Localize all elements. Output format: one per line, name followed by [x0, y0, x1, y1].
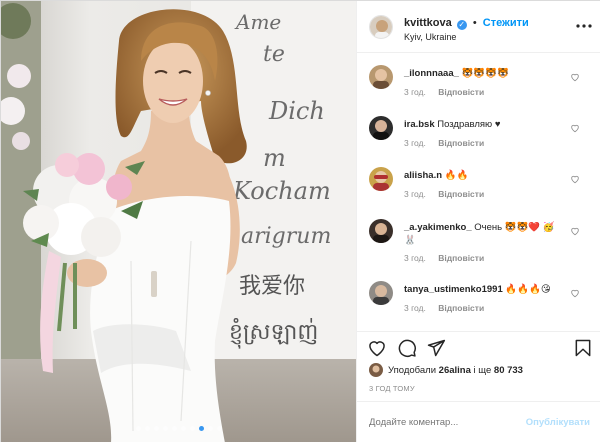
comment-list: _ilonnnaaa_ 🐯🐯🐯🐯 3 год. Відповісти ira.b…: [357, 53, 600, 325]
comment-like-heart-icon[interactable]: [570, 226, 580, 236]
likes-middle: і ще: [473, 364, 492, 376]
banner-word-5: Kocham: [232, 177, 331, 205]
heart-icon[interactable]: [367, 338, 387, 358]
comment-like-heart-icon[interactable]: [570, 174, 580, 184]
carousel-dot: [180, 426, 186, 431]
post-photo[interactable]: Ame te Dich m Kocham arigrum 我爱你 ខ្ញុំស្…: [1, 1, 356, 442]
comment-avatar[interactable]: [369, 219, 393, 243]
carousel-dot: [171, 426, 177, 431]
comment-body: _a.yakimenko_ Очень 🐯🐯❤️ 🥳🐰: [404, 221, 566, 247]
banner-chinese: 我爱你: [239, 274, 305, 299]
add-comment-bar: Опублікувати: [357, 401, 600, 442]
comment-time[interactable]: 3 год.: [404, 138, 426, 148]
comment-meta: 3 год. Відповісти: [404, 253, 484, 263]
comment-username[interactable]: _a.yakimenko_: [404, 222, 472, 233]
reply-button[interactable]: Відповісти: [438, 189, 484, 199]
comment-like-heart-icon[interactable]: [570, 123, 580, 133]
reply-button[interactable]: Відповісти: [438, 87, 484, 97]
comment-item: _a.yakimenko_ Очень 🐯🐯❤️ 🥳🐰 3 год. Відпо…: [357, 209, 600, 271]
carousel-dot: [189, 426, 195, 431]
likes-prefix: Уподобали: [388, 364, 437, 376]
post-location[interactable]: Kyiv, Ukraine: [404, 32, 456, 42]
author-username[interactable]: kvittkova: [404, 17, 452, 29]
likes-summary[interactable]: Уподобали 26alina і ще 80 733: [369, 363, 523, 377]
carousel-dot: [144, 426, 150, 431]
banner-word-1: Ame: [234, 10, 281, 34]
add-comment-input[interactable]: [369, 417, 519, 428]
carousel-dot: [198, 426, 204, 431]
carousel-indicator: [1, 426, 356, 431]
post-sidebar: kvittkova ✓ • Стежити Kyiv, Ukraine _ilo…: [356, 1, 600, 442]
separator-dot: •: [472, 17, 477, 29]
comment-username[interactable]: ira.bsk: [404, 119, 435, 130]
carousel-dot: [207, 426, 213, 431]
comment-username[interactable]: aliisha.n: [404, 170, 442, 181]
carousel-dot: [216, 426, 222, 431]
comment-item: ira.bsk Поздравляю ♥ 3 год. Відповісти: [357, 106, 600, 156]
comment-like-heart-icon[interactable]: [570, 72, 580, 82]
comment-time[interactable]: 3 год.: [404, 87, 426, 97]
action-bar: [357, 331, 600, 361]
comment-meta: 3 год. Відповісти: [404, 87, 484, 97]
author-line: kvittkova ✓ • Стежити: [404, 17, 529, 30]
comment-text: 🐯🐯🐯🐯: [461, 68, 509, 79]
comment-body: aliisha.n 🔥🔥: [404, 169, 566, 182]
post-header: kvittkova ✓ • Стежити Kyiv, Ukraine: [357, 1, 600, 53]
reply-button[interactable]: Відповісти: [438, 303, 484, 313]
comment-username[interactable]: _ilonnnaaa_: [404, 68, 459, 79]
comment-avatar[interactable]: [369, 281, 393, 305]
liker-username[interactable]: 26alina: [439, 365, 471, 376]
banner-word-4: m: [263, 144, 286, 172]
comment-text: 🔥🔥: [444, 170, 469, 181]
banner-word-3: Dich: [268, 97, 325, 125]
photo-image: Ame te Dich m Kocham arigrum 我爱你 ខ្ញុំស្…: [1, 1, 356, 442]
reply-button[interactable]: Відповісти: [438, 253, 484, 263]
comment-avatar[interactable]: [369, 116, 393, 140]
comment-meta: 3 год. Відповісти: [404, 189, 484, 199]
more-dots-icon[interactable]: [576, 15, 592, 31]
banner-word-2: te: [263, 42, 285, 67]
comment-time[interactable]: 3 год.: [404, 303, 426, 313]
comment-text: Поздравляю ♥: [437, 119, 501, 130]
author-avatar[interactable]: [369, 15, 393, 39]
carousel-dot: [135, 426, 141, 431]
comment-like-heart-icon[interactable]: [570, 288, 580, 298]
carousel-dot: [162, 426, 168, 431]
comment-item: aliisha.n 🔥🔥 3 год. Відповісти: [357, 157, 600, 207]
verified-badge-icon: ✓: [456, 20, 467, 30]
comment-username[interactable]: tanya_ustimenko1991: [404, 284, 503, 295]
comment-text: 🔥🔥🔥😘: [505, 284, 551, 295]
comment-meta: 3 год. Відповісти: [404, 303, 484, 313]
comment-item: _ilonnnaaa_ 🐯🐯🐯🐯 3 год. Відповісти: [357, 55, 600, 105]
share-icon[interactable]: [426, 338, 446, 358]
comment-avatar[interactable]: [369, 167, 393, 191]
publish-button[interactable]: Опублікувати: [526, 417, 590, 428]
bookmark-icon[interactable]: [573, 338, 593, 358]
carousel-dot: [153, 426, 159, 431]
banner-khmer: ខ្ញុំស្រឡាញ់: [229, 318, 318, 349]
comment-body: _ilonnnaaa_ 🐯🐯🐯🐯: [404, 67, 566, 80]
post-time[interactable]: 3 ГОД ТОМУ: [369, 384, 415, 393]
comment-time[interactable]: 3 год.: [404, 253, 426, 263]
follow-button[interactable]: Стежити: [483, 17, 529, 29]
comment-meta: 3 год. Відповісти: [404, 138, 484, 148]
comment-body: ira.bsk Поздравляю ♥: [404, 118, 566, 131]
comment-avatar[interactable]: [369, 65, 393, 89]
comment-body: tanya_ustimenko1991 🔥🔥🔥😘: [404, 283, 566, 296]
post-modal: Ame te Dich m Kocham arigrum 我爱你 ខ្ញុំស្…: [0, 0, 600, 442]
liker-avatar: [369, 363, 383, 377]
comment-icon[interactable]: [397, 338, 417, 358]
comment-item: tanya_ustimenko1991 🔥🔥🔥😘 3 год. Відповіс…: [357, 271, 600, 321]
comment-time[interactable]: 3 год.: [404, 189, 426, 199]
banner-word-6: arigrum: [241, 224, 331, 249]
reply-button[interactable]: Відповісти: [438, 138, 484, 148]
likes-count[interactable]: 80 733: [494, 365, 523, 376]
